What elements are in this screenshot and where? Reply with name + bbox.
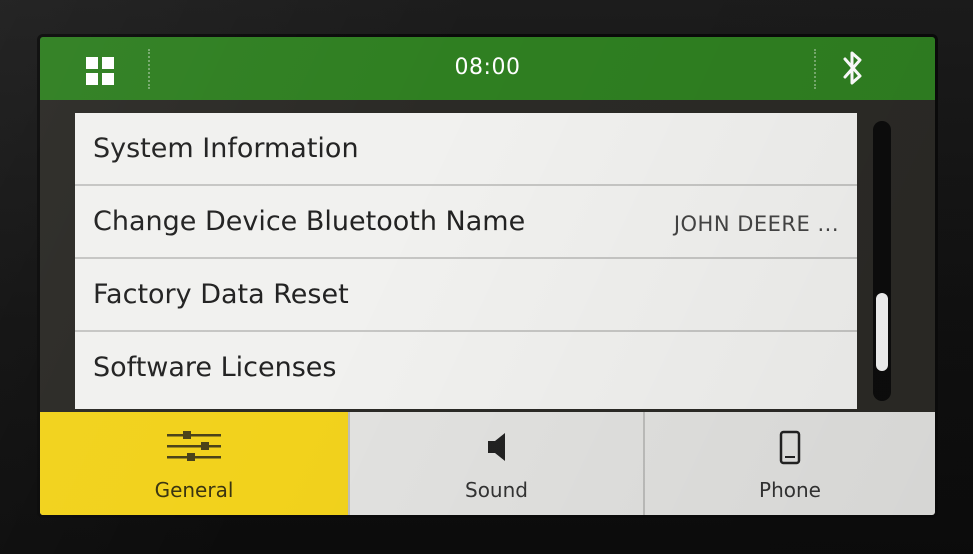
settings-item-system-information[interactable]: System Information [75,113,857,186]
scrollbar[interactable] [873,121,891,401]
tab-general[interactable]: General [40,412,350,515]
status-bar: 08:00 [40,37,935,100]
bluetooth-icon [843,51,862,85]
display-screen: 08:00 System Information Change Device B… [40,37,935,515]
settings-item-software-licenses[interactable]: Software Licenses [75,332,857,405]
speaker-icon [487,433,505,461]
tab-bar: General Sound Phone [40,412,935,515]
scrollbar-thumb[interactable] [876,293,888,371]
tab-phone[interactable]: Phone [645,412,935,515]
settings-list: System Information Change Device Bluetoo… [75,113,857,409]
tab-label: Sound [465,478,528,502]
status-bar-divider [814,49,816,89]
settings-item-label: System Information [93,133,359,164]
phone-icon [779,430,801,465]
sliders-icon [167,431,221,461]
tab-label: General [154,478,234,502]
bluetooth-name-value: JOHN DEERE ... [673,212,839,236]
settings-item-label: Change Device Bluetooth Name [93,206,526,237]
clock: 08:00 [454,55,521,80]
tab-sound[interactable]: Sound [350,412,645,515]
tab-label: Phone [759,478,821,502]
settings-item-bluetooth-name[interactable]: Change Device Bluetooth Name JOHN DEERE … [75,186,857,259]
settings-item-factory-reset[interactable]: Factory Data Reset [75,259,857,332]
settings-item-label: Factory Data Reset [93,279,349,310]
settings-item-label: Software Licenses [93,352,337,383]
